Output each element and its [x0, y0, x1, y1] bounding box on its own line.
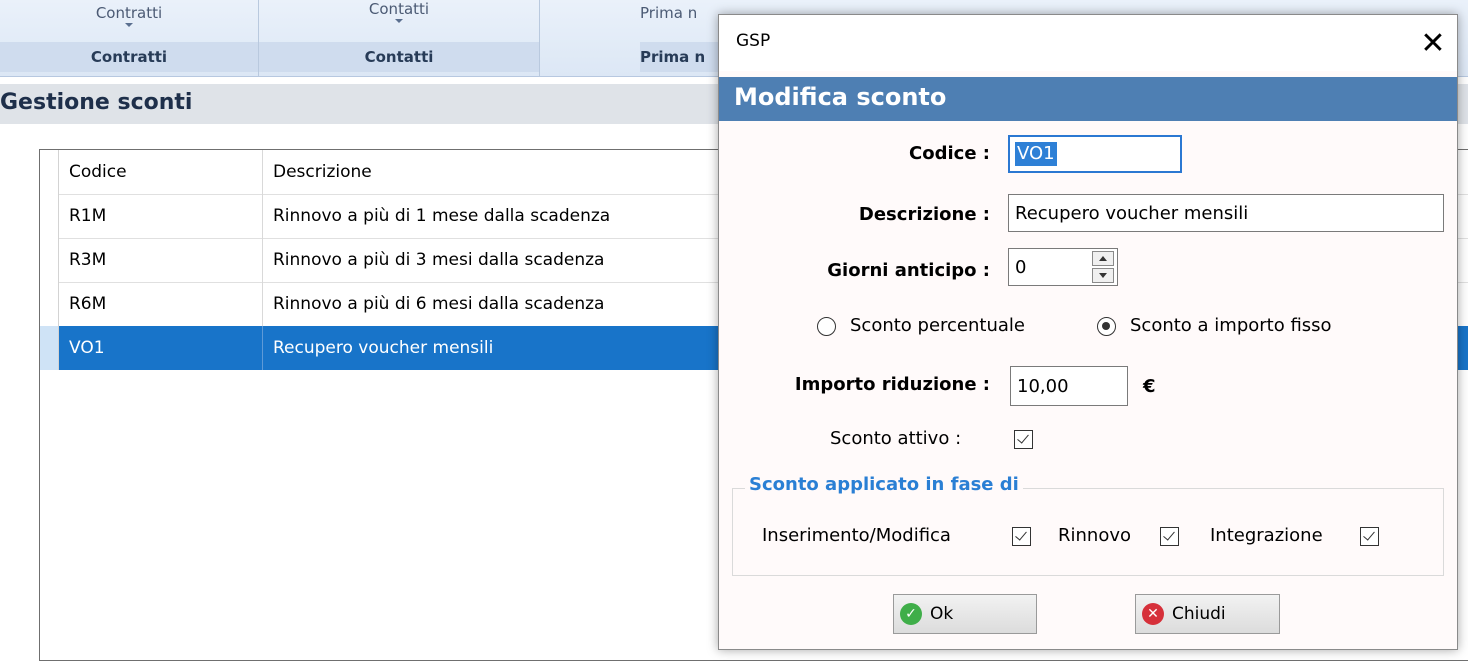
page-title: Gestione sconti: [0, 90, 193, 115]
inserimento-checkbox[interactable]: [1012, 527, 1031, 546]
codice-value: VO1: [1015, 142, 1057, 166]
dialog-heading: Modifica sconto: [734, 83, 947, 111]
ok-button-label: Ok: [930, 604, 954, 624]
contatti-button-label: Contatti: [368, 0, 430, 18]
contatti-button[interactable]: Contatti: [259, 0, 539, 23]
dropdown-arrow-icon: [395, 19, 403, 23]
ribbon-caption-contatti: Contatti: [259, 42, 539, 72]
ok-check-icon: ✓: [900, 603, 922, 625]
spin-up-icon[interactable]: [1092, 251, 1114, 266]
dialog-header: Modifica sconto: [719, 77, 1457, 121]
ribbon-group-contatti: Contatti Contatti: [259, 0, 540, 76]
chiudi-button-label: Chiudi: [1172, 604, 1226, 624]
rinnovo-label: Rinnovo: [1058, 525, 1132, 546]
contratti-button[interactable]: Contratti: [0, 4, 258, 27]
importo-riduzione-label: Importo riduzione :: [794, 374, 990, 395]
inserimento-label: Inserimento/Modifica: [762, 525, 951, 546]
currency-euro: €: [1143, 376, 1156, 397]
sconto-attivo-checkbox[interactable]: [1014, 430, 1033, 449]
sconto-percentuale-label[interactable]: Sconto percentuale: [850, 315, 1025, 336]
sconto-fisso-radio[interactable]: [1097, 317, 1116, 336]
prima-nota-button[interactable]: Prima n: [640, 4, 697, 22]
codice-label: Codice :: [909, 143, 990, 164]
dialog-titlebar[interactable]: GSP ✕: [719, 15, 1457, 71]
giorni-anticipo-label: Giorni anticipo :: [827, 260, 990, 281]
ribbon-caption-contratti: Contratti: [0, 42, 258, 72]
ribbon-group-contratti: Contratti Contratti: [0, 0, 259, 76]
ok-button[interactable]: ✓ Ok: [893, 594, 1037, 634]
sconto-percentuale-radio[interactable]: [817, 317, 836, 336]
cell-codice: R3M: [59, 238, 263, 282]
cell-codice: R6M: [59, 282, 263, 326]
cell-codice: VO1: [59, 326, 263, 370]
descrizione-field[interactable]: [1008, 194, 1444, 232]
sconto-fisso-label[interactable]: Sconto a importo fisso: [1130, 315, 1332, 336]
close-icon[interactable]: ✕: [1409, 15, 1457, 71]
dropdown-arrow-icon: [125, 23, 133, 27]
fase-legend: Sconto applicato in fase di: [745, 474, 1023, 495]
importo-riduzione-field[interactable]: [1010, 366, 1128, 406]
giorni-anticipo-spinner[interactable]: [1092, 250, 1114, 284]
cell-codice: R1M: [59, 194, 263, 238]
dialog-window-title: GSP: [736, 31, 771, 51]
row-indicator-column: [40, 150, 59, 370]
codice-field[interactable]: VO1: [1008, 135, 1182, 173]
selected-row-indicator: [40, 326, 58, 370]
integrazione-checkbox[interactable]: [1360, 527, 1379, 546]
descrizione-label: Descrizione :: [858, 204, 990, 225]
chiudi-button[interactable]: ✕ Chiudi: [1135, 594, 1280, 634]
close-x-icon: ✕: [1142, 603, 1164, 625]
prima-nota-button-label: Prima n: [640, 4, 698, 22]
integrazione-label: Integrazione: [1210, 525, 1323, 546]
column-header-codice[interactable]: Codice: [59, 150, 263, 194]
spin-down-icon[interactable]: [1092, 268, 1114, 283]
rinnovo-checkbox[interactable]: [1160, 527, 1179, 546]
contratti-button-label: Contratti: [95, 4, 163, 22]
sconto-attivo-label: Sconto attivo :: [830, 428, 962, 449]
